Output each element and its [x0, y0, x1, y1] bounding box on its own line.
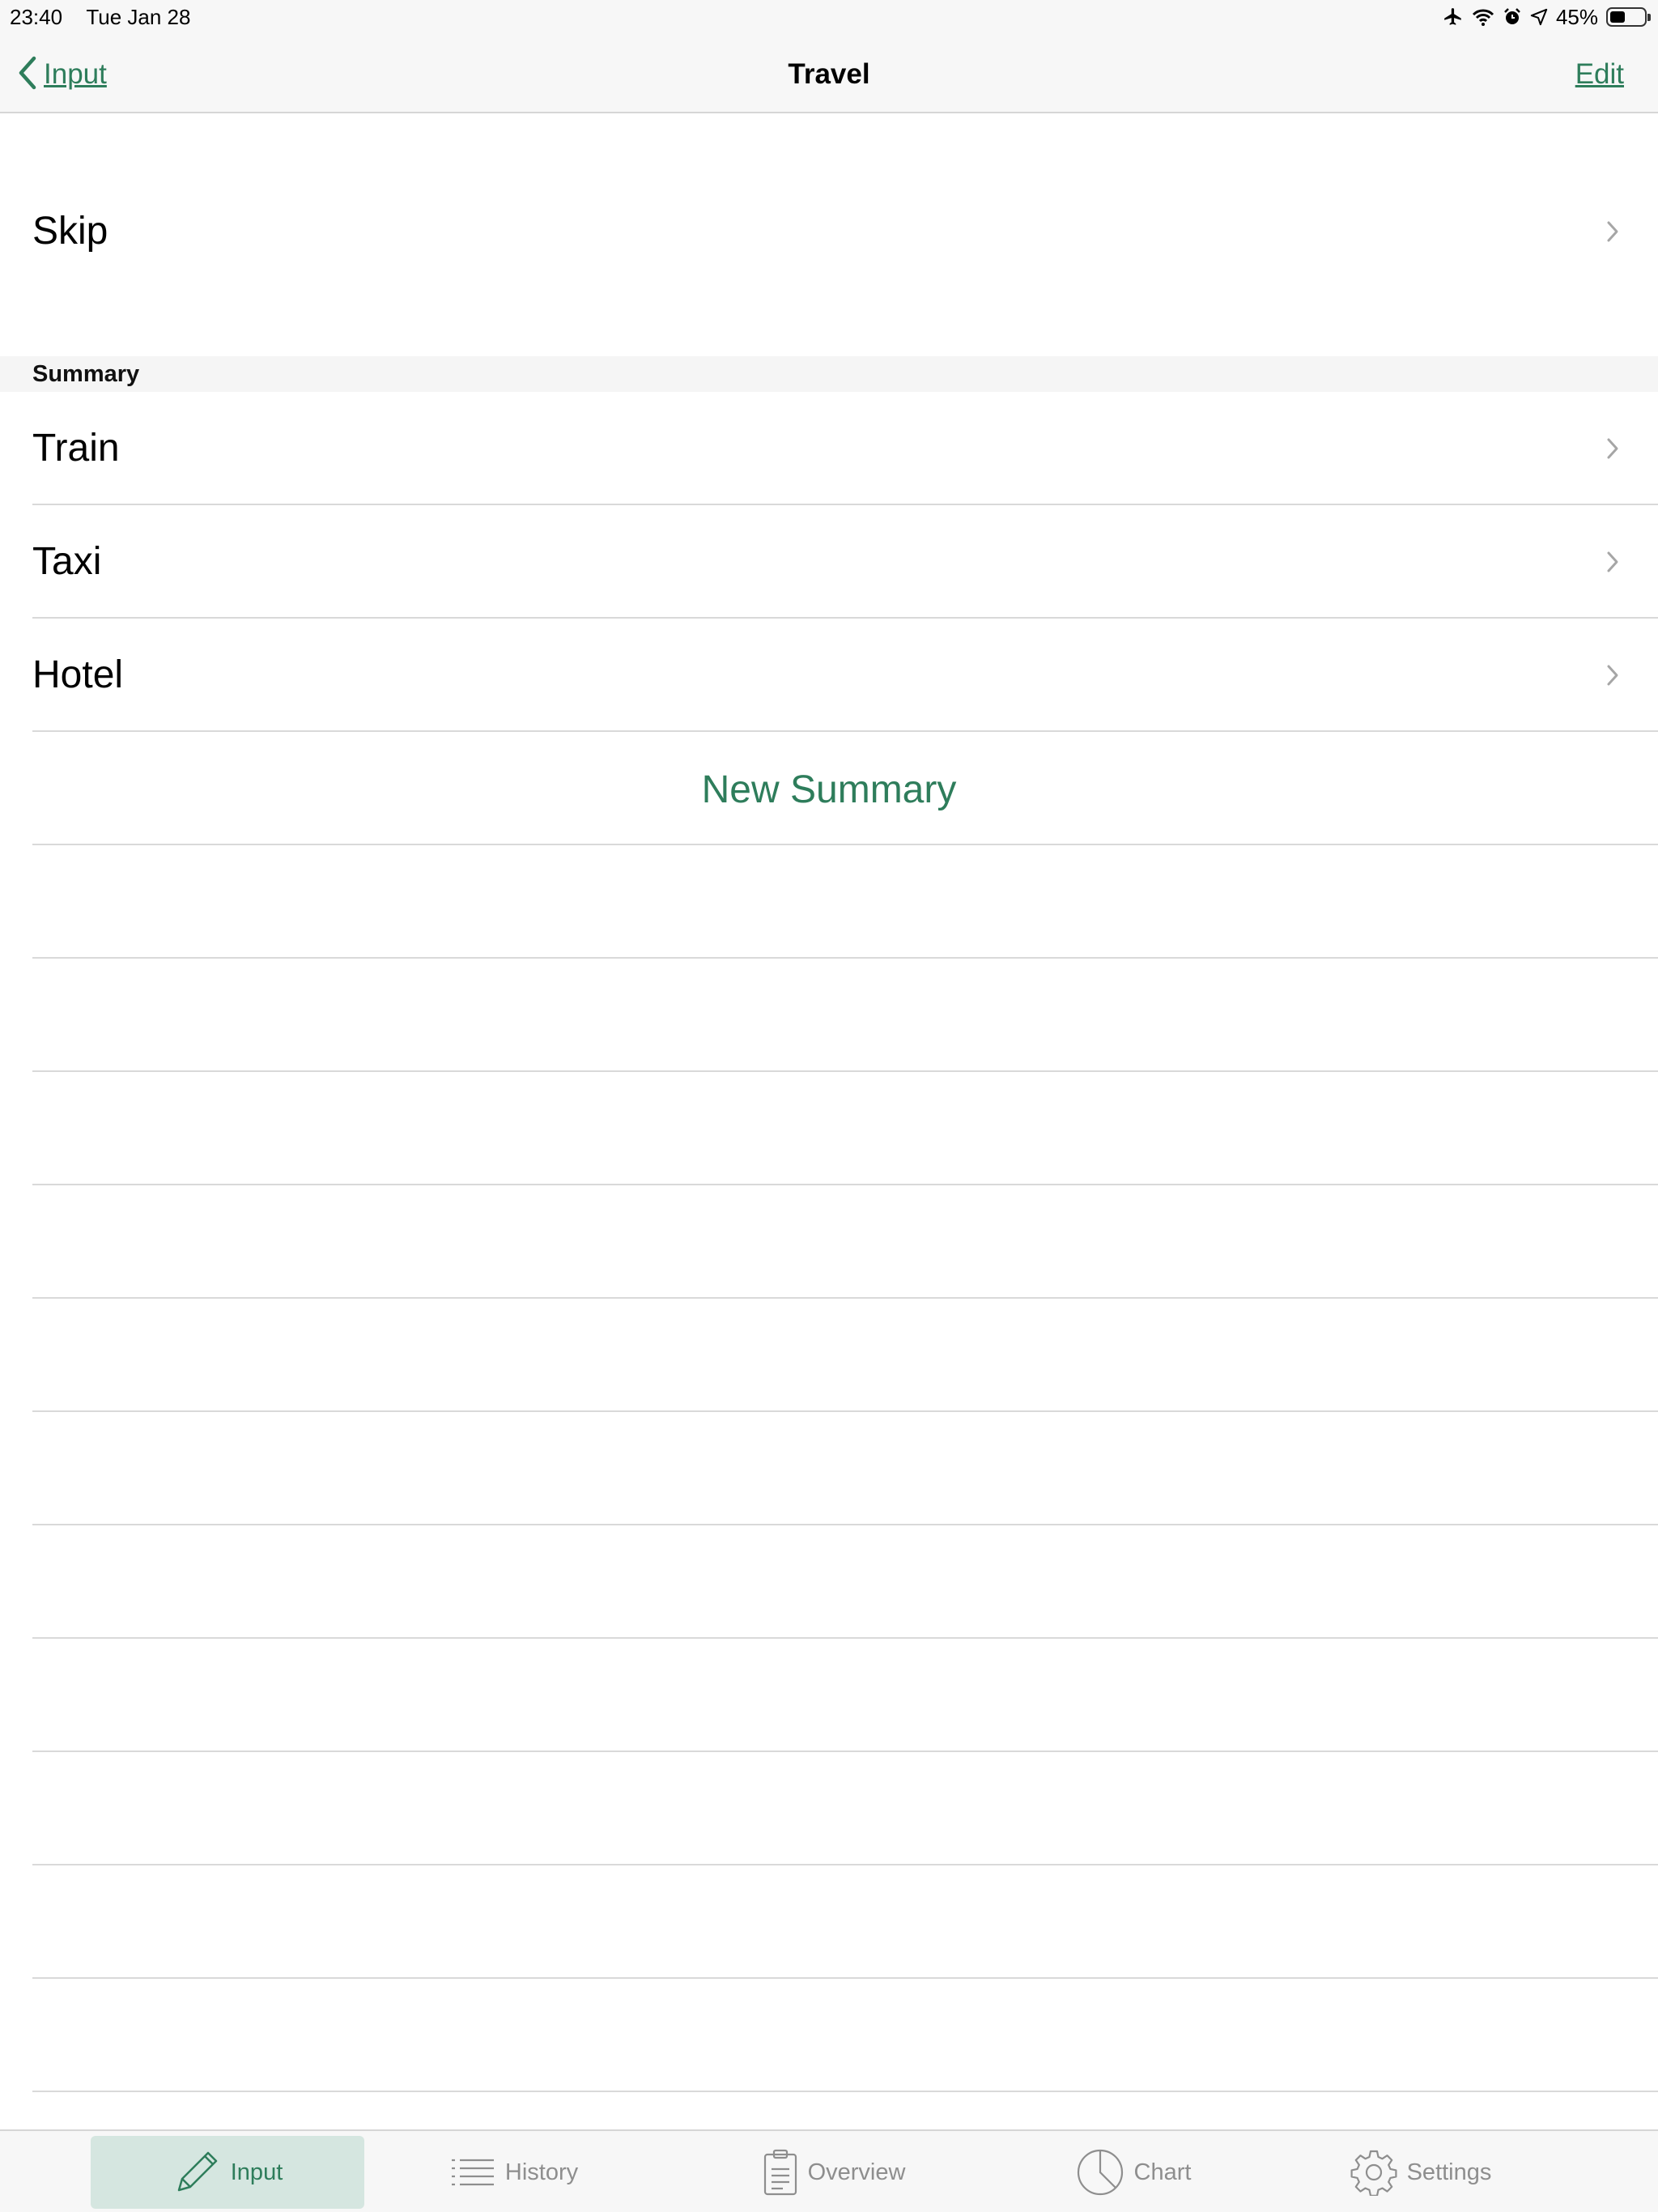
empty-row-separator [32, 1750, 1658, 1752]
alarm-icon [1503, 7, 1522, 27]
status-left: 23:40 Tue Jan 28 [10, 0, 190, 34]
list-item-label: Train [32, 427, 120, 470]
tab-label: Settings [1406, 2159, 1492, 2185]
clipboard-icon [763, 2148, 798, 2197]
empty-row-separator [32, 1184, 1658, 1185]
empty-row-separator [32, 1410, 1658, 1412]
status-right: 45% [1443, 0, 1651, 34]
status-bar: 23:40 Tue Jan 28 45% [0, 0, 1658, 34]
skip-row[interactable]: Skip [0, 113, 1658, 356]
new-summary-button[interactable]: New Summary [0, 732, 1658, 845]
tab-settings[interactable]: Settings [1340, 2136, 1502, 2209]
tab-bar: Input History Overview Chart Settings [0, 2129, 1658, 2212]
empty-row-separator [32, 1637, 1658, 1639]
list-icon [450, 2156, 495, 2189]
status-time: 23:40 [10, 5, 63, 29]
empty-row-separator [32, 1977, 1658, 1979]
empty-row-separator [32, 1070, 1658, 1072]
list-item-label: Hotel [32, 653, 124, 696]
section-header-summary: Summary [0, 356, 1658, 392]
empty-row-separator [32, 1864, 1658, 1865]
empty-row-separator [32, 2091, 1658, 2092]
battery-percent: 45% [1555, 5, 1598, 29]
empty-row-separator [32, 957, 1658, 959]
battery-icon [1606, 7, 1651, 27]
tab-chart[interactable]: Chart [1052, 2136, 1214, 2209]
tab-history[interactable]: History [421, 2136, 607, 2209]
wifi-icon [1472, 7, 1494, 27]
empty-row-separator [32, 1297, 1658, 1299]
location-icon [1530, 8, 1548, 26]
row-separator [32, 844, 1658, 845]
empty-row-separator [32, 1524, 1658, 1525]
tab-label: Chart [1133, 2159, 1192, 2185]
airplane-icon [1443, 6, 1464, 28]
pie-chart-icon [1076, 2148, 1124, 2197]
tab-input[interactable]: Input [91, 2136, 364, 2209]
list-item-taxi[interactable]: Taxi [0, 505, 1658, 619]
list-item-hotel[interactable]: Hotel [0, 619, 1658, 732]
tab-label: Overview [807, 2159, 906, 2185]
chevron-right-icon [1606, 437, 1619, 464]
tab-label: Input [230, 2159, 283, 2185]
edit-button[interactable]: Edit [1575, 53, 1624, 96]
gear-icon [1350, 2149, 1397, 2196]
navigation-bar: Input Travel Edit [0, 34, 1658, 113]
status-date: Tue Jan 28 [86, 5, 191, 29]
list-item-label: Taxi [32, 540, 102, 583]
chevron-right-icon [1606, 551, 1619, 577]
page-title: Travel [788, 58, 870, 90]
section-header-label: Summary [32, 361, 140, 387]
chevron-right-icon [1606, 664, 1619, 691]
list-item-train[interactable]: Train [0, 392, 1658, 505]
battery-fill [1610, 11, 1625, 23]
chevron-right-icon [1606, 220, 1619, 247]
new-summary-label: New Summary [701, 768, 957, 811]
tab-label: History [504, 2159, 579, 2185]
tab-overview[interactable]: Overview [733, 2136, 935, 2209]
skip-label: Skip [32, 210, 108, 253]
pencil-icon [172, 2148, 221, 2197]
